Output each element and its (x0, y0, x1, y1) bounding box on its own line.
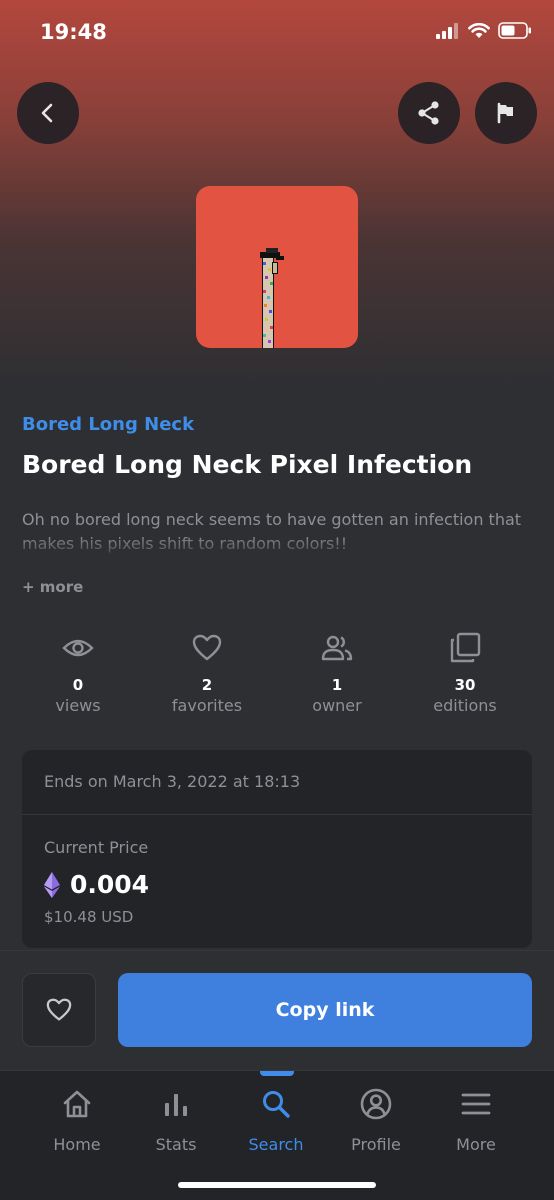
signal-icon (436, 22, 458, 39)
stat-value: 1 (331, 676, 343, 694)
tab-label: Stats (155, 1135, 197, 1154)
stat-value: 30 (454, 676, 476, 694)
artwork-description: Oh no bored long neck seems to have gott… (22, 510, 522, 553)
profile-icon (360, 1088, 392, 1120)
tab-more[interactable]: More (426, 1087, 526, 1154)
stat-views: 0 views (18, 626, 138, 715)
nft-artwork[interactable] (196, 186, 358, 348)
stat-favorites: 2 favorites (147, 626, 267, 715)
auction-card: Ends on March 3, 2022 at 18:13 Current P… (22, 750, 532, 948)
current-price-label: Current Price (44, 838, 149, 857)
current-price: 0.004 (70, 870, 150, 899)
bar-chart-icon (165, 1094, 187, 1116)
stat-label: favorites (171, 696, 243, 715)
more-button[interactable]: + more (22, 578, 83, 596)
ethereum-icon (44, 871, 60, 898)
home-indicator (178, 1182, 376, 1188)
battery-icon (498, 22, 531, 39)
card-divider (22, 814, 532, 815)
eye-icon (62, 639, 94, 657)
favorite-button[interactable] (22, 973, 96, 1047)
tab-stats[interactable]: Stats (126, 1087, 226, 1154)
copy-link-button[interactable]: Copy link (118, 973, 532, 1047)
stats-row: 0 views 2 favorites 1 owner 30 editions (0, 626, 554, 726)
tab-home[interactable]: Home (27, 1087, 127, 1154)
tab-profile[interactable]: Profile (326, 1087, 426, 1154)
stat-owner: 1 owner (277, 626, 397, 715)
report-button[interactable] (475, 82, 537, 144)
menu-icon (461, 1093, 491, 1115)
price-row: 0.004 (44, 870, 149, 899)
status-time: 19:48 (40, 20, 107, 44)
stat-label: views (55, 696, 101, 715)
tab-bar: Home Stats Search Profile More (0, 1070, 554, 1200)
collection-link[interactable]: Bored Long Neck (22, 414, 194, 435)
back-button[interactable] (17, 82, 79, 144)
price-usd: $10.48 USD (44, 908, 134, 926)
flag-icon (497, 102, 513, 124)
auction-end-time: Ends on March 3, 2022 at 18:13 (44, 772, 301, 791)
search-icon (263, 1091, 290, 1118)
tab-label: More (456, 1135, 496, 1154)
active-tab-indicator (260, 1071, 294, 1076)
stat-value: 0 (72, 676, 84, 694)
tab-search[interactable]: Search (226, 1087, 326, 1154)
stat-label: editions (433, 696, 497, 715)
stat-value: 2 (201, 676, 213, 694)
tab-label: Home (53, 1135, 101, 1154)
heart-icon (46, 998, 72, 1021)
status-bar: 19:48 (0, 0, 554, 66)
share-icon (418, 101, 439, 125)
long-neck-pixel-art (260, 248, 284, 348)
heart-icon (192, 634, 222, 661)
share-button[interactable] (398, 82, 460, 144)
copy-icon (450, 632, 481, 663)
status-icons (436, 22, 532, 39)
users-icon (321, 635, 353, 661)
tab-label: Profile (351, 1135, 401, 1154)
wifi-icon (468, 22, 490, 38)
artwork-title: Bored Long Neck Pixel Infection (22, 450, 473, 479)
stat-label: owner (312, 696, 362, 715)
stat-editions: 30 editions (405, 626, 525, 715)
tab-label: Search (248, 1135, 304, 1154)
home-icon (63, 1090, 91, 1118)
action-bar: Copy link (0, 950, 554, 1070)
chevron-left-icon (41, 103, 53, 123)
